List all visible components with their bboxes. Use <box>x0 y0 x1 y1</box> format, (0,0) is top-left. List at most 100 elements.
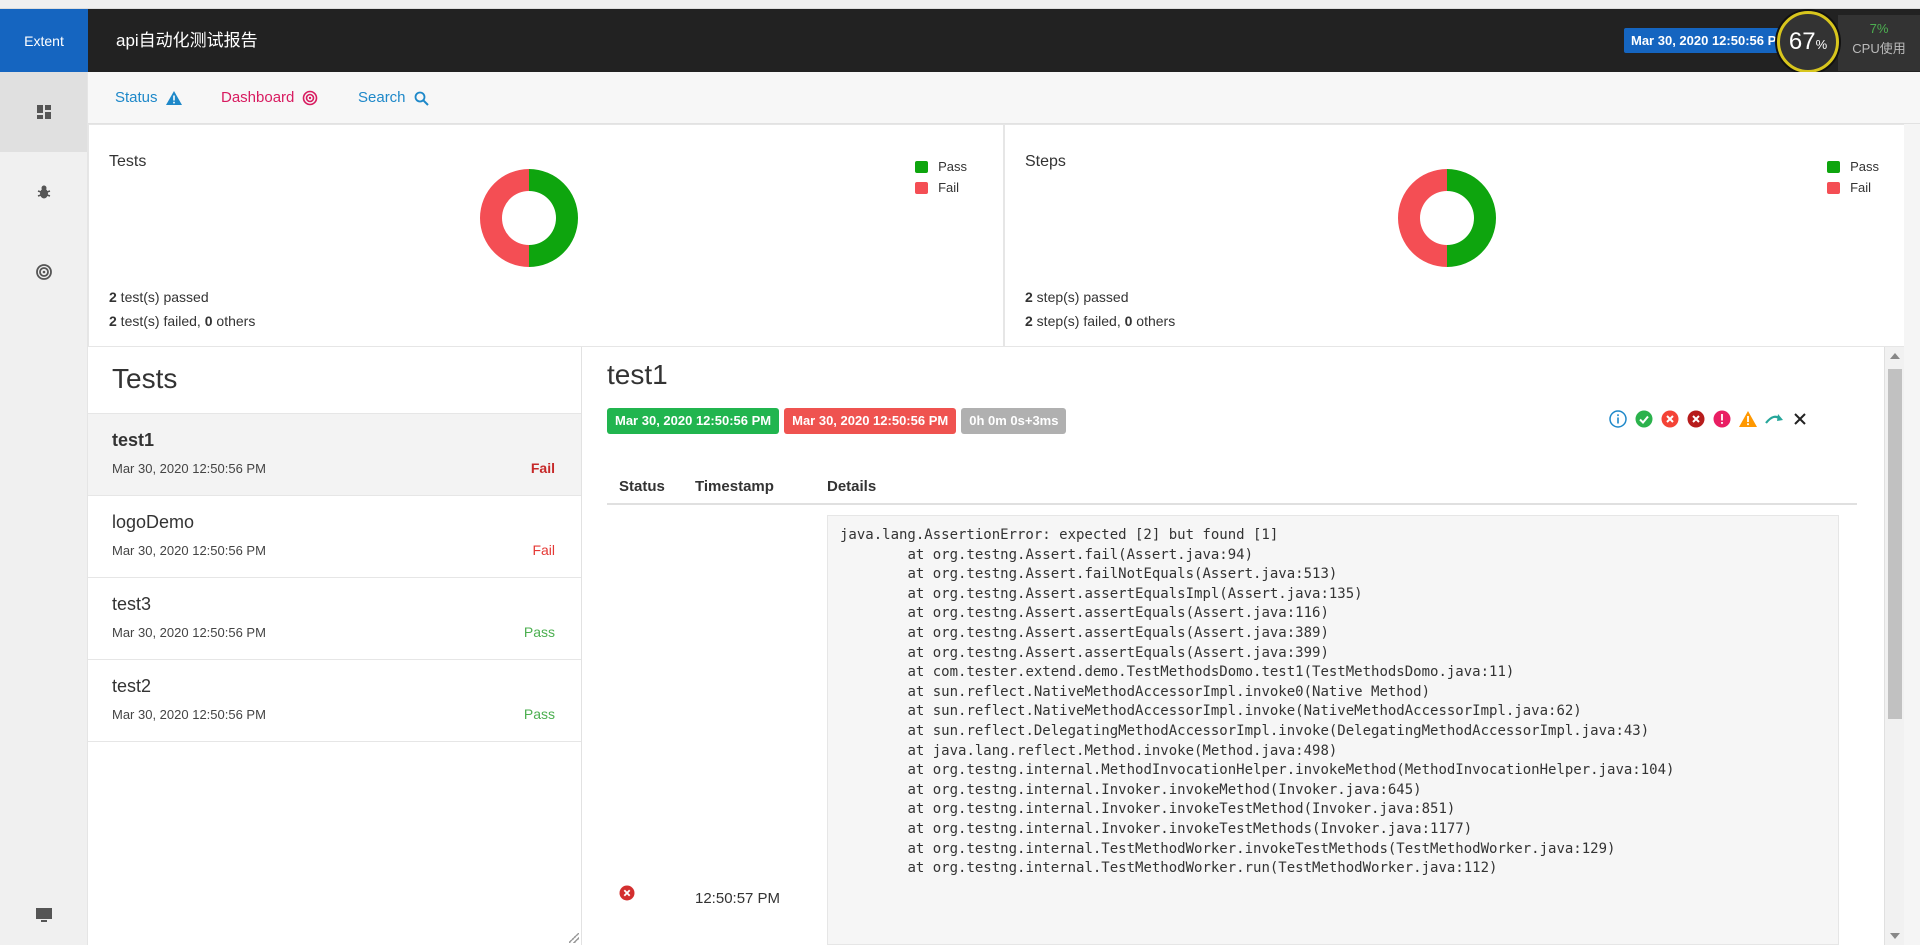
stack-trace: java.lang.AssertionError: expected [2] b… <box>827 515 1839 945</box>
column-status: Status <box>619 478 665 495</box>
monitor-icon <box>36 908 52 922</box>
tests-list-panel: Tests test1 Mar 30, 2020 12:50:56 PM Fai… <box>88 347 582 945</box>
dashboard-link[interactable]: Dashboard <box>221 72 318 124</box>
legend-label: Pass <box>1850 159 1879 174</box>
clear-filter-icon[interactable] <box>1790 409 1810 429</box>
test-name: test3 <box>112 594 152 614</box>
bug-icon <box>37 185 50 199</box>
test-time: Mar 30, 2020 12:50:56 PM <box>112 461 266 476</box>
steps-stats: 2 step(s) passed 2 step(s) failed, 0 oth… <box>1025 285 1175 333</box>
log-table: Status Timestamp Details 12:50:57 PM jav… <box>607 469 1857 945</box>
log-row: 12:50:57 PM java.lang.AssertionError: ex… <box>607 505 1857 945</box>
error-icon[interactable] <box>1712 409 1732 429</box>
cpu-gauge: 67% <box>1777 11 1839 73</box>
skip-icon[interactable] <box>1764 409 1784 429</box>
legend-item-fail[interactable]: Fail <box>915 180 967 195</box>
test-name: logoDemo <box>112 512 195 532</box>
resize-handle[interactable] <box>569 933 579 943</box>
cpu-gauge-value: 67 <box>1788 28 1816 55</box>
sub-nav: Status Dashboard Search <box>88 72 1920 124</box>
fail-status-icon <box>619 885 635 906</box>
test-name: test2 <box>112 676 152 696</box>
test-time: Mar 30, 2020 12:50:56 PM <box>112 543 266 558</box>
donut-slice-pass[interactable] <box>1447 169 1496 267</box>
tests-others-text: others <box>212 313 256 329</box>
pass-icon[interactable] <box>1634 409 1654 429</box>
brand-logo[interactable]: Extent <box>0 9 88 72</box>
legend-label: Pass <box>938 159 967 174</box>
fail-icon[interactable] <box>1660 409 1680 429</box>
info-icon[interactable] <box>1608 409 1628 429</box>
tests-passed-text: test(s) passed <box>116 289 209 305</box>
steps-others-text: others <box>1132 313 1176 329</box>
legend-swatch-fail <box>1827 181 1841 194</box>
steps-donut-chart <box>1398 169 1496 267</box>
steps-failed-count: 2 <box>1025 313 1033 329</box>
donut-slice-pass[interactable] <box>529 169 578 267</box>
report-date-badge: Mar 30, 2020 12:50:56 PM <box>1624 28 1779 53</box>
nav-item-environment[interactable] <box>0 885 88 945</box>
cpu-widget: 7% CPU使用 <box>1838 15 1920 71</box>
legend-item-pass[interactable]: Pass <box>1827 159 1879 174</box>
dashboard-label: Dashboard <box>221 89 295 106</box>
search-label: Search <box>358 89 406 106</box>
tests-panel-title: Tests <box>88 347 581 414</box>
test-status: Fail <box>530 460 555 476</box>
tests-failed-count: 2 <box>109 313 117 329</box>
log-table-header: Status Timestamp Details <box>607 469 1857 505</box>
column-details: Details <box>827 478 877 495</box>
detail-title: test1 <box>607 359 668 390</box>
tests-legend: Pass Fail <box>915 159 967 201</box>
target-icon <box>303 90 318 106</box>
steps-failed-text: step(s) failed, <box>1032 313 1125 329</box>
fatal-icon[interactable] <box>1686 409 1706 429</box>
legend-swatch-pass <box>1827 160 1841 173</box>
status-filter-link[interactable]: Status <box>115 72 182 124</box>
detail-badges: Mar 30, 2020 12:50:56 PM Mar 30, 2020 12… <box>607 408 1067 434</box>
donut-slice-fail[interactable] <box>480 169 529 267</box>
test-list-item[interactable]: test3 Mar 30, 2020 12:50:56 PM Pass <box>88 578 581 660</box>
tests-stats: 2 test(s) passed 2 test(s) failed, 0 oth… <box>109 285 255 333</box>
tests-donut-chart <box>480 169 578 267</box>
tests-failed-text: test(s) failed, <box>116 313 205 329</box>
report-name: api自动化测试报告 <box>116 31 258 50</box>
right-margin <box>1904 124 1920 945</box>
nav-item-dashboard[interactable] <box>0 232 87 312</box>
test-status: Fail <box>532 542 555 558</box>
test-list-item[interactable]: test2 Mar 30, 2020 12:50:56 PM Pass <box>88 660 581 742</box>
target-icon <box>35 264 52 280</box>
steps-summary-card: Steps Pass Fail 2 step(s) passed 2 step(… <box>1004 124 1920 347</box>
search-link[interactable]: Search <box>358 72 429 124</box>
start-time-badge: Mar 30, 2020 12:50:56 PM <box>607 408 780 434</box>
steps-passed-count: 2 <box>1025 289 1033 305</box>
warning-icon[interactable] <box>1738 409 1758 429</box>
legend-item-fail[interactable]: Fail <box>1827 180 1879 195</box>
steps-card-title: Steps <box>1025 153 1066 170</box>
nav-item-exceptions[interactable] <box>0 152 87 232</box>
steps-legend: Pass Fail <box>1827 159 1879 201</box>
scroll-up-arrow[interactable] <box>1890 353 1900 359</box>
cpu-gauge-unit: % <box>1815 37 1828 52</box>
test-name: test1 <box>112 430 155 450</box>
test-time: Mar 30, 2020 12:50:56 PM <box>112 625 266 640</box>
test-list-item[interactable]: test1 Mar 30, 2020 12:50:56 PM Fail <box>88 414 581 496</box>
nav-item-tests[interactable] <box>0 72 87 152</box>
browser-top-strip <box>0 0 1920 9</box>
scroll-down-arrow[interactable] <box>1890 933 1900 939</box>
tests-card-title: Tests <box>109 153 147 170</box>
vertical-scrollbar[interactable] <box>1884 347 1904 945</box>
log-timestamp: 12:50:57 PM <box>695 890 781 907</box>
log-status-filters <box>1608 409 1810 429</box>
search-icon <box>414 91 429 106</box>
legend-item-pass[interactable]: Pass <box>915 159 967 174</box>
donut-slice-fail[interactable] <box>1398 169 1447 267</box>
legend-label: Fail <box>1850 180 1872 195</box>
scrollbar-thumb[interactable] <box>1888 369 1902 719</box>
test-status: Pass <box>523 624 555 640</box>
legend-label: Fail <box>938 180 960 195</box>
tests-summary-card: Tests Pass Fail 2 test(s) passed 2 test(… <box>88 124 1004 347</box>
status-filter-label: Status <box>115 89 158 106</box>
legend-swatch-fail <box>915 181 929 194</box>
test-status: Pass <box>523 706 555 722</box>
test-list-item[interactable]: logoDemo Mar 30, 2020 12:50:56 PM Fail <box>88 496 581 578</box>
